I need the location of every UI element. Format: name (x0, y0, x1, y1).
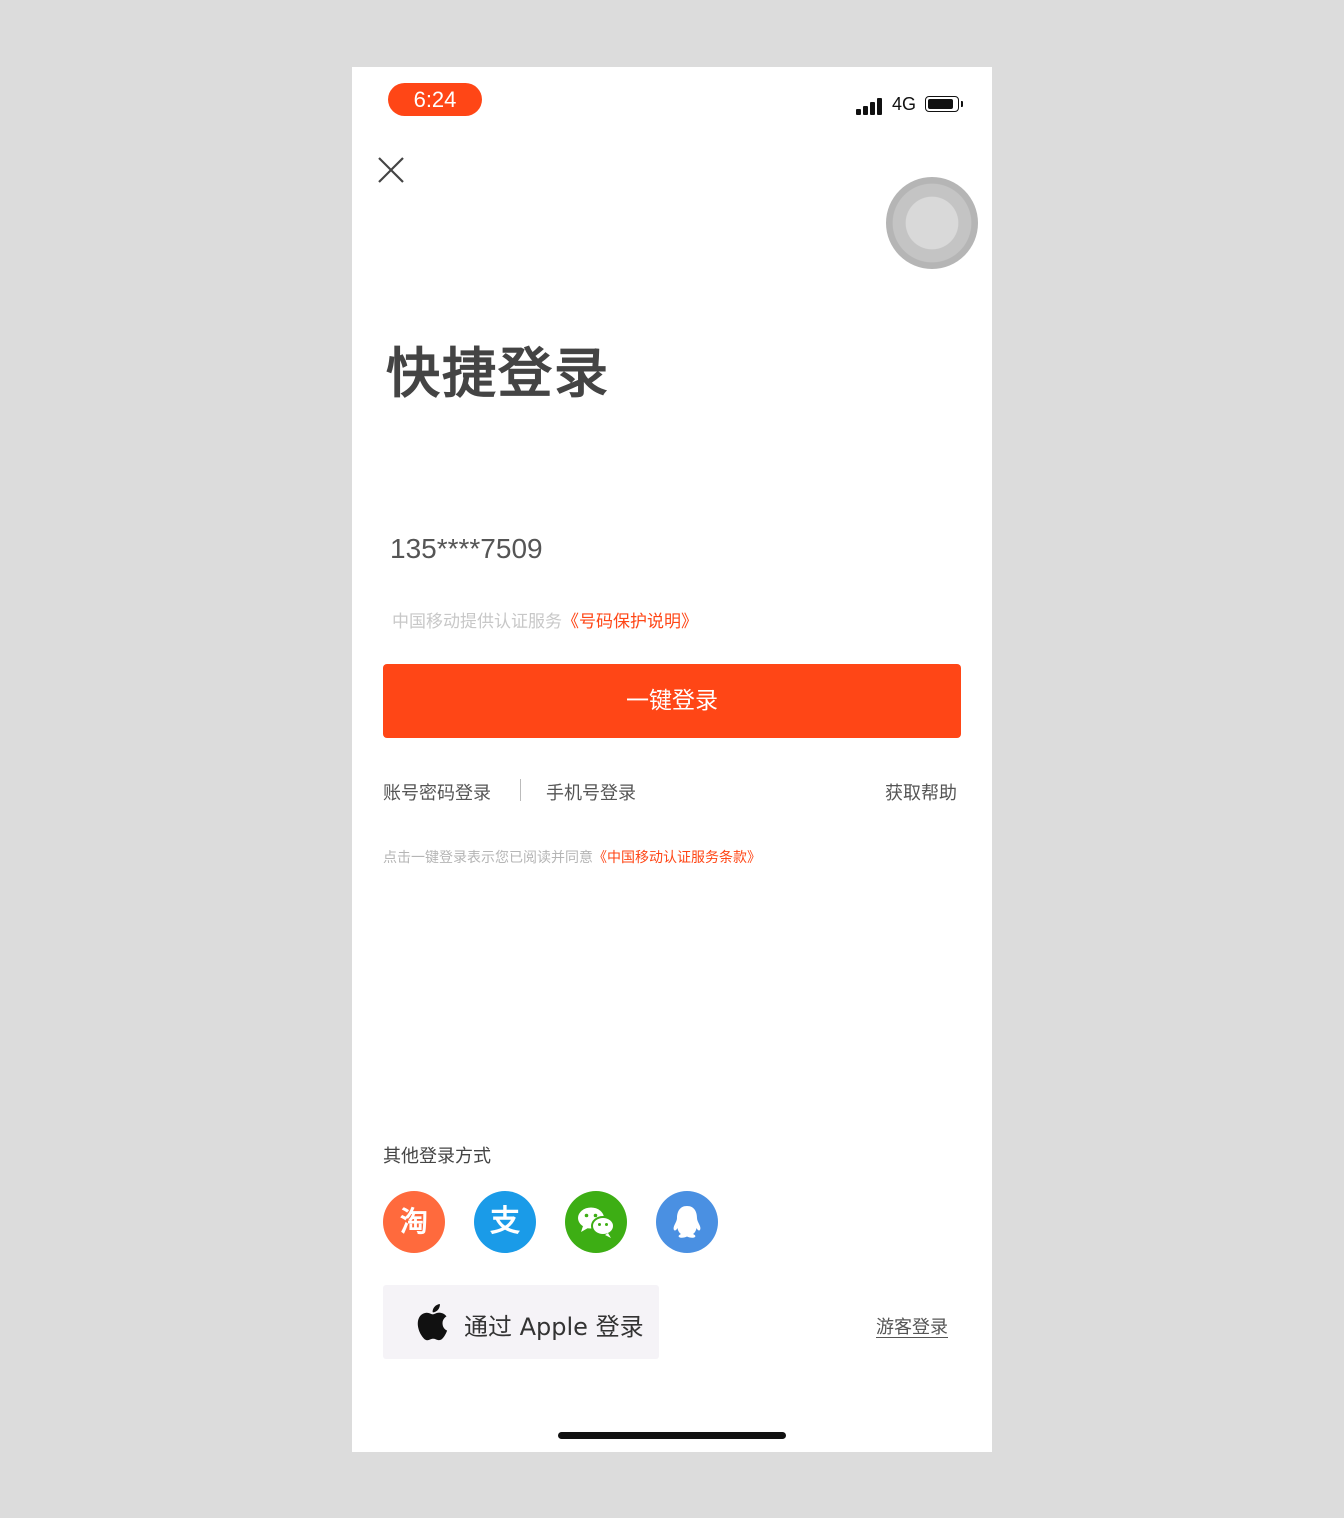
status-time: 6:24 (388, 83, 482, 116)
apple-login-label: 通过 Apple 登录 (464, 1313, 644, 1341)
cert-notice: 中国移动提供认证服务《号码保护说明》 (392, 607, 698, 632)
signal-icon (856, 97, 886, 115)
terms-link[interactable]: 《中国移动认证服务条款》 (593, 850, 761, 866)
apple-icon (417, 1304, 448, 1341)
home-indicator[interactable] (558, 1432, 786, 1439)
qq-login-button[interactable] (656, 1191, 718, 1253)
one-click-login-button[interactable]: 一键登录 (383, 664, 961, 738)
wechat-icon (578, 1207, 615, 1238)
apple-login-button[interactable]: 通过 Apple 登录 (383, 1285, 659, 1359)
number-protection-link[interactable]: 《号码保护说明》 (562, 612, 698, 632)
close-icon[interactable] (376, 155, 406, 185)
guest-login-link[interactable]: 游客登录 (876, 1313, 948, 1339)
assistive-touch-icon[interactable] (886, 177, 978, 269)
phone-login-link[interactable]: 手机号登录 (546, 779, 636, 805)
phone-screen: 6:24 4G 快捷登录 135****7509 中国移动提供认证服务《号码保护… (352, 67, 992, 1452)
masked-phone-number: 135****7509 (390, 533, 543, 564)
agreement-text: 点击一键登录表示您已阅读并同意 (383, 850, 593, 866)
password-login-link[interactable]: 账号密码登录 (383, 779, 491, 805)
alipay-icon: 支 (490, 1204, 520, 1239)
qq-icon (673, 1206, 701, 1238)
network-type: 4G (892, 94, 917, 114)
taobao-login-button[interactable]: 淘 (383, 1191, 445, 1253)
divider (520, 779, 521, 801)
agreement-notice: 点击一键登录表示您已阅读并同意《中国移动认证服务条款》 (383, 847, 761, 867)
help-link[interactable]: 获取帮助 (885, 779, 957, 805)
alipay-login-button[interactable]: 支 (474, 1191, 536, 1253)
wechat-login-button[interactable] (565, 1191, 627, 1253)
other-login-title: 其他登录方式 (383, 1146, 491, 1167)
taobao-icon: 淘 (399, 1205, 428, 1238)
battery-icon (925, 96, 963, 114)
cert-text: 中国移动提供认证服务 (392, 612, 562, 632)
page-title: 快捷登录 (386, 342, 610, 405)
